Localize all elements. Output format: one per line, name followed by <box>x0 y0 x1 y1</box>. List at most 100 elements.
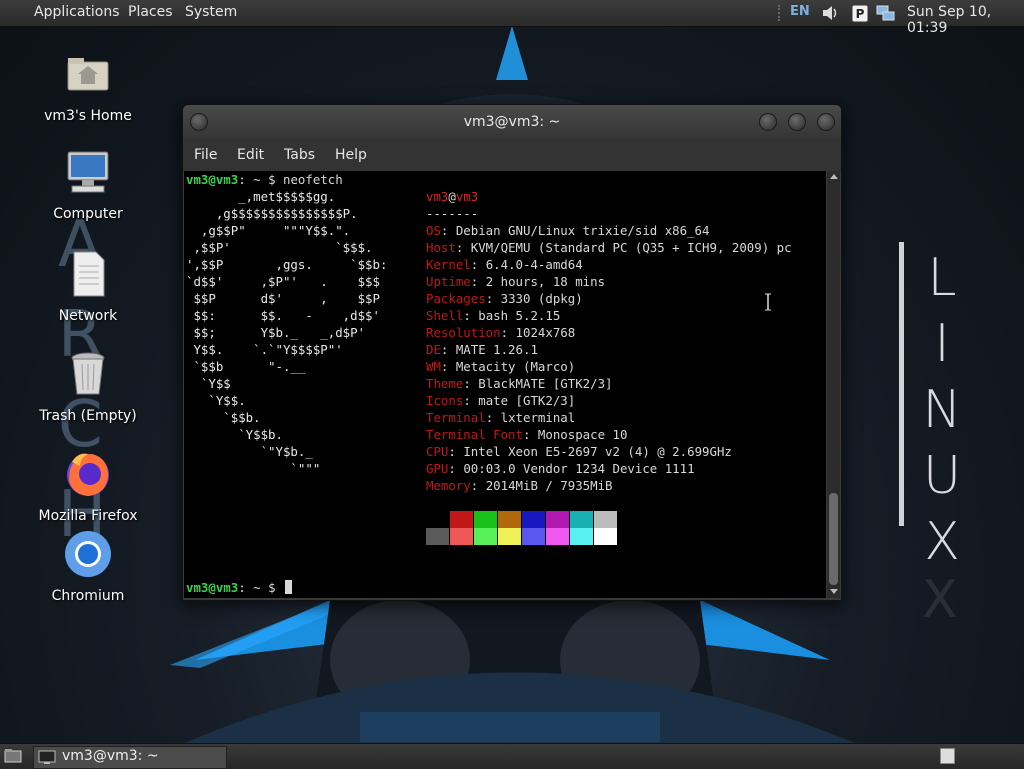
info-row: Resolution: 1024x768 <box>426 324 575 341</box>
info-row: Terminal: lxterminal <box>426 409 575 426</box>
svg-text:P: P <box>856 7 865 21</box>
palette-swatch <box>522 528 545 545</box>
palette-swatch <box>522 511 545 528</box>
info-user: vm3 <box>426 189 449 204</box>
info-value: MATE 1.26.1 <box>455 342 538 357</box>
prompt-dollar: $ <box>268 580 276 595</box>
taskbar-window-button[interactable]: vm3@vm3: ~ <box>33 746 227 769</box>
places-menu[interactable]: Places <box>128 4 173 20</box>
desktop-icon-network[interactable]: Network <box>28 248 148 324</box>
desktop-icon-home[interactable]: vm3's Home <box>28 48 148 124</box>
workspace-switcher[interactable] <box>940 748 955 764</box>
info-value: 00:03.0 Vendor 1234 Device 1111 <box>463 461 695 476</box>
info-row: Icons: mate [GTK2/3] <box>426 392 575 409</box>
scroll-up-arrow-icon[interactable] <box>830 174 838 179</box>
clock[interactable]: Sun Sep 10, 01:39 <box>907 4 1024 36</box>
info-label: WM <box>426 359 441 374</box>
info-colon: : <box>470 274 486 289</box>
info-separator: ------- <box>426 206 479 221</box>
system-menu[interactable]: System <box>185 4 237 20</box>
terminal-menubar: File Edit Tabs Help <box>183 139 841 171</box>
logo-line: `Y$$b. <box>186 427 283 442</box>
terminal-output[interactable]: vm3@vm3: ~ $ neofetch _,met$$$$$gg. ,g$$… <box>184 171 826 598</box>
info-value: lxterminal <box>500 410 576 425</box>
info-row: OS: Debian GNU/Linux trixie/sid x86_64 <box>426 222 709 239</box>
window-titlebar[interactable]: vm3@vm3: ~ <box>183 105 841 139</box>
terminal-scrollbar[interactable] <box>827 171 840 598</box>
text-cursor <box>285 580 293 594</box>
volume-icon[interactable] <box>820 3 840 23</box>
info-label: Resolution <box>426 325 501 340</box>
command-line: vm3@vm3: ~ $ neofetch <box>186 171 343 188</box>
applications-menu[interactable]: Applications <box>34 4 120 20</box>
palette-swatch <box>498 511 521 528</box>
palette-swatch <box>594 528 617 545</box>
file-menu[interactable]: File <box>194 147 217 163</box>
info-label: Shell <box>426 308 464 323</box>
desktop-icon-firefox[interactable]: Mozilla Firefox <box>28 448 148 524</box>
user-host-line: vm3@vm3 <box>426 188 478 205</box>
network-icon <box>73 251 105 297</box>
wallpaper-bar <box>899 242 904 526</box>
palette-swatch <box>426 528 449 545</box>
edit-menu[interactable]: Edit <box>237 147 264 163</box>
palette-swatch <box>474 528 497 545</box>
terminal-window: vm3@vm3: ~ File Edit Tabs Help vm3@vm3: … <box>182 104 842 601</box>
logo-line: ,$$P' `$$$. <box>186 240 373 255</box>
info-colon: : <box>522 427 538 442</box>
desktop-icon-trash[interactable]: Trash (Empty) <box>28 348 148 424</box>
info-colon: : <box>440 223 456 238</box>
palette-swatch <box>570 528 593 545</box>
info-value: 2014MiB / 7935MiB <box>485 478 613 493</box>
linux-wallpaper-letters: L I N U X <box>922 245 962 575</box>
desktop-icon-computer[interactable]: Computer <box>28 146 148 222</box>
desktop-icon-label: Computer <box>53 206 123 222</box>
network-manager-icon[interactable] <box>876 3 896 23</box>
trash-icon <box>71 352 105 395</box>
info-colon: : <box>440 359 456 374</box>
logo-line: `d$$' ,$P"' . $$$ <box>186 274 380 289</box>
info-colon: : <box>470 478 486 493</box>
info-row: Theme: BlackMATE [GTK2/3] <box>426 375 613 392</box>
wallpaper-letter: X <box>924 512 960 572</box>
logo-line: _,met$$$$$gg. <box>186 189 336 204</box>
info-colon: : <box>463 376 479 391</box>
info-label: DE <box>426 342 441 357</box>
close-button[interactable] <box>817 113 835 131</box>
tabs-menu[interactable]: Tabs <box>284 147 315 163</box>
info-value: 6.4.0-4-amd64 <box>485 257 583 272</box>
chromium-icon <box>65 531 111 577</box>
info-label: CPU <box>426 444 449 459</box>
typed-command: neofetch <box>283 172 343 187</box>
wallpaper-letter: N <box>922 380 962 440</box>
palette-swatch <box>450 528 473 545</box>
logo-line: `$$b "-.__ <box>186 359 306 374</box>
logo-line: ,g$$$$$$$$$$$$$$$P. <box>186 206 358 221</box>
minimize-button[interactable] <box>759 113 777 131</box>
current-prompt-line[interactable]: vm3@vm3: ~ $ <box>186 579 293 596</box>
info-colon: : <box>485 291 501 306</box>
logo-line: `""" <box>186 461 321 476</box>
logo-line: $$P d$' , $$P <box>186 291 380 306</box>
info-value: 2 hours, 18 mins <box>485 274 606 289</box>
clipboard-manager-icon[interactable]: P <box>850 3 870 23</box>
scrollbar-thumb[interactable] <box>829 493 838 585</box>
scroll-down-arrow-icon[interactable] <box>830 589 838 594</box>
info-colon: : <box>455 240 471 255</box>
info-colon: : <box>463 393 479 408</box>
logo-line: `"Y$b._ <box>186 444 313 459</box>
info-row: WM: Metacity (Marco) <box>426 358 575 375</box>
info-colon: : <box>500 325 516 340</box>
info-row: DE: MATE 1.26.1 <box>426 341 538 358</box>
desktop-icon-label: Network <box>58 308 118 324</box>
maximize-button[interactable] <box>788 113 806 131</box>
help-menu[interactable]: Help <box>335 147 367 163</box>
keyboard-layout-indicator[interactable]: EN <box>790 4 810 19</box>
palette-swatch <box>570 511 593 528</box>
info-row: Uptime: 2 hours, 18 mins <box>426 273 605 290</box>
show-desktop-icon[interactable] <box>4 748 22 764</box>
desktop-icon-label: Trash (Empty) <box>39 408 137 424</box>
palette-swatch <box>594 511 617 528</box>
info-value: Debian GNU/Linux trixie/sid x86_64 <box>455 223 710 238</box>
desktop-icon-chromium[interactable]: Chromium <box>28 528 148 604</box>
